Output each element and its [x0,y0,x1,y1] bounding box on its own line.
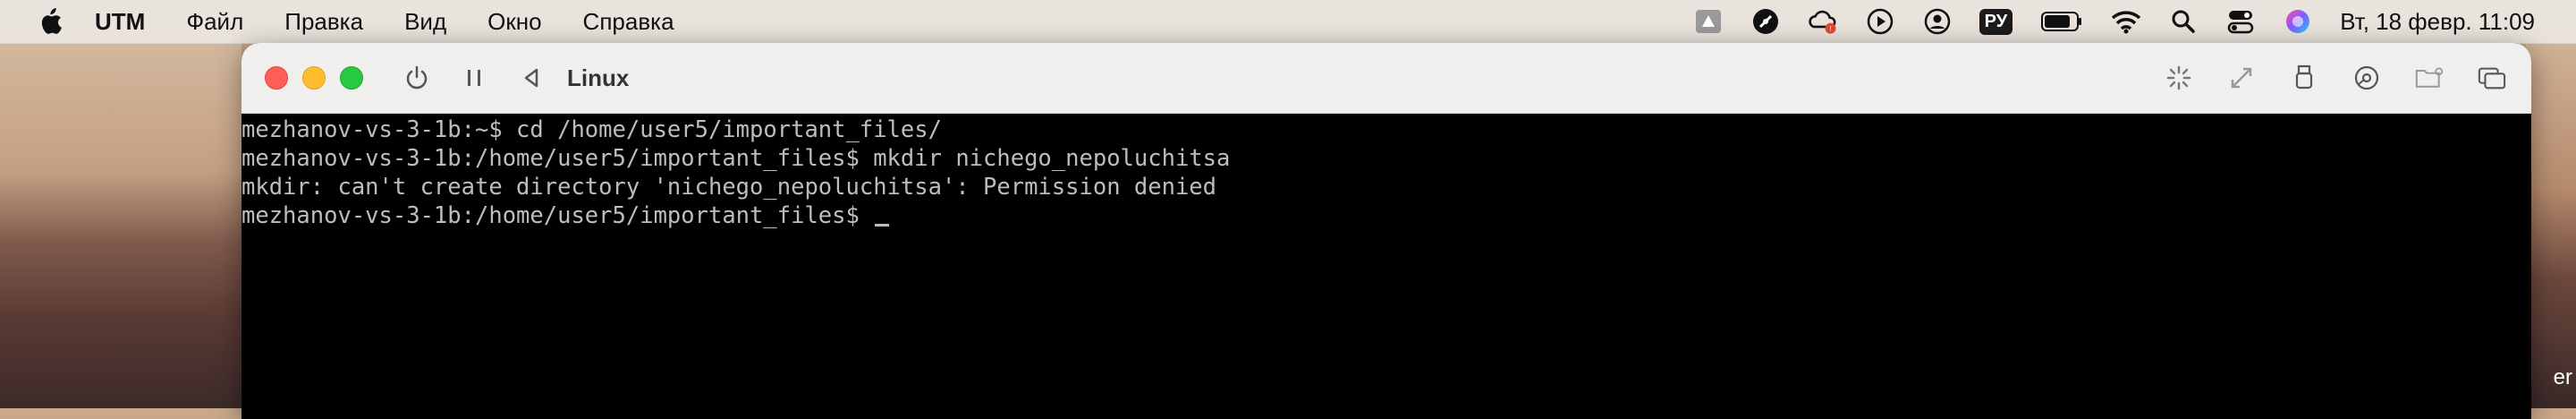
app-menu-utm[interactable]: UTM [95,8,145,36]
input-language-badge[interactable]: РУ [1979,8,2013,35]
svg-text:!: ! [1829,24,1831,33]
terminal-console[interactable]: mezhanov-vs-3-1b:~$ cd /home/user5/impor… [242,114,2531,230]
terminal-prompt-line: mezhanov-vs-3-1b:/home/user5/important_f… [242,201,2531,230]
drives-icon[interactable] [2352,64,2381,92]
siri-icon[interactable] [2283,6,2313,37]
terminal-prompt: mezhanov-vs-3-1b:/home/user5/important_f… [242,202,874,229]
menu-view[interactable]: Вид [404,8,446,36]
terminal-line: mezhanov-vs-3-1b:/home/user5/important_f… [242,145,1231,172]
window-titlebar[interactable]: Linux [242,43,2531,114]
desktop-item-label[interactable]: er [2554,365,2572,390]
creative-cloud-icon[interactable]: ! [1808,6,1838,37]
user-account-icon[interactable] [1922,6,1953,37]
window-controls [265,66,363,90]
menu-bar: UTM Файл Правка Вид Окно Справка ! РУ Вт… [0,0,2576,44]
menu-bar-clock[interactable]: Вт, 18 февр. 11:09 [2340,8,2535,36]
menu-edit[interactable]: Правка [284,8,363,36]
desktop-wallpaper-left [0,43,242,408]
windows-icon[interactable] [2478,64,2506,92]
status-menus: ! РУ Вт, 18 февр. 11:09 [1693,0,2535,43]
close-button[interactable] [265,66,288,90]
terminal-line: mkdir: can't create directory 'nichego_n… [242,174,1217,201]
menu-help[interactable]: Справка [583,8,674,36]
desktop-wallpaper-right: er [2526,43,2576,408]
minimize-button[interactable] [302,66,326,90]
resize-icon[interactable] [2227,64,2256,92]
play-icon[interactable] [1865,6,1895,37]
window-title: Linux [567,64,630,91]
pause-icon[interactable] [460,64,488,92]
battery-icon[interactable] [2039,6,2084,37]
shared-folder-icon[interactable] [2415,64,2444,92]
drive-icon[interactable] [1693,6,1724,37]
menu-file[interactable]: Файл [186,8,243,36]
spotlight-search-icon[interactable] [2168,6,2199,37]
speed-icon[interactable] [1750,6,1781,37]
capture-input-icon[interactable] [2165,64,2193,92]
terminal-line: mezhanov-vs-3-1b:~$ cd /home/user5/impor… [242,116,942,143]
control-center-icon[interactable] [2225,6,2256,37]
utm-vm-window: Linux mezhanov-vs-3-1b:~$ cd /home/user5… [242,43,2531,419]
wifi-icon[interactable] [2111,6,2141,37]
terminal-cursor [875,224,890,227]
power-icon[interactable] [402,64,431,92]
apple-icon[interactable] [38,8,64,35]
back-icon[interactable] [517,64,546,92]
zoom-button[interactable] [340,66,363,90]
menu-window[interactable]: Окно [487,8,541,36]
usb-icon[interactable] [2290,64,2318,92]
window-toolbar-right [2165,43,2506,113]
